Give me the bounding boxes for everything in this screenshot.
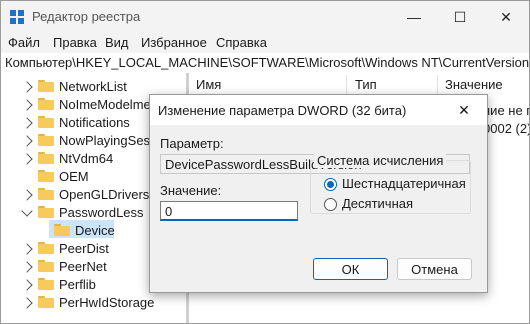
dialog-close-button[interactable]: ✕ (441, 95, 487, 125)
chevron-right-icon[interactable] (21, 243, 33, 255)
tree-item-label: PeerNet (59, 259, 107, 274)
value-data-input[interactable]: 0 (160, 201, 298, 221)
address-bar[interactable]: Компьютер\HKEY_LOCAL_MACHINE\SOFTWARE\Mi… (1, 53, 529, 74)
folder-icon (38, 206, 54, 218)
chevron-right-icon[interactable] (21, 99, 33, 111)
list-cell-value[interactable]: ние не пр (483, 103, 529, 118)
value-data-text[interactable]: 0 (165, 204, 172, 219)
chevron-right-icon[interactable] (21, 117, 33, 129)
folder-icon (38, 278, 54, 290)
menu-file[interactable]: Файл (8, 35, 40, 50)
close-icon: ✕ (500, 8, 512, 25)
window-title: Редактор реестра (32, 9, 141, 24)
chevron-right-icon[interactable] (21, 297, 33, 309)
column-header-name[interactable]: Имя (196, 77, 221, 92)
maximize-button[interactable]: ☐ (437, 1, 483, 33)
param-name-label: Параметр: (160, 136, 224, 151)
radio-decimal-label[interactable]: Десятичная (342, 196, 413, 211)
tree-item-label: NetworkList (59, 79, 127, 94)
base-group-title: Система исчисления (314, 153, 447, 168)
list-cell-value[interactable]: 0002 (2) (483, 121, 529, 136)
folder-icon (38, 296, 54, 308)
folder-icon (38, 80, 54, 92)
column-divider[interactable] (437, 75, 438, 95)
minimize-icon: — (407, 9, 421, 25)
chevron-right-icon[interactable] (21, 81, 33, 93)
edit-dword-dialog: Изменение параметра DWORD (32 бита) ✕ Па… (149, 94, 488, 293)
ok-button[interactable]: ОК (313, 258, 388, 280)
radio-hexadecimal[interactable] (324, 178, 337, 191)
menu-help[interactable]: Справка (216, 35, 267, 50)
folder-icon (54, 224, 70, 236)
tree-item-label: PasswordLess (59, 205, 144, 220)
tree-item-label: Device (75, 223, 115, 238)
folder-icon (38, 260, 54, 272)
ok-button-label: ОК (341, 261, 360, 277)
maximize-icon: ☐ (453, 8, 467, 25)
folder-icon (38, 152, 54, 164)
address-path[interactable]: Компьютер\HKEY_LOCAL_MACHINE\SOFTWARE\Mi… (5, 55, 529, 70)
chevron-down-icon[interactable] (21, 205, 33, 217)
column-header-type[interactable]: Тип (355, 77, 377, 92)
cancel-button[interactable]: Отмена (397, 258, 472, 280)
tree-item-label: Notifications (59, 115, 130, 130)
cancel-button-label: Отмена (411, 261, 458, 277)
chevron-right-icon[interactable] (21, 135, 33, 147)
tree-item-label: PerHwIdStorage (59, 295, 155, 310)
menu-bar: Файл Правка Вид Избранное Справка (1, 33, 529, 53)
column-header-value[interactable]: Значение (445, 77, 503, 92)
tree-item-label: OEM (59, 169, 89, 184)
radio-hexadecimal-label[interactable]: Шестнадцатеричная (342, 176, 466, 191)
tree-item-label: Perflib (59, 277, 96, 292)
menu-edit[interactable]: Правка (53, 35, 97, 50)
tree-item-label: OpenGLDrivers (59, 187, 150, 202)
chevron-right-icon[interactable] (21, 261, 33, 273)
chevron-right-icon[interactable] (21, 189, 33, 201)
folder-icon (38, 116, 54, 128)
title-bar: Редактор реестра — ☐ ✕ (1, 1, 529, 33)
column-divider[interactable] (346, 75, 347, 95)
dialog-title-bar: Изменение параметра DWORD (32 бита) ✕ (150, 95, 487, 125)
folder-icon (38, 170, 54, 182)
close-icon: ✕ (458, 101, 470, 118)
menu-favorites[interactable]: Избранное (141, 35, 207, 50)
folder-icon (38, 242, 54, 254)
close-button[interactable]: ✕ (483, 1, 529, 33)
radio-decimal[interactable] (324, 198, 337, 211)
value-label: Значение: (160, 183, 222, 198)
dialog-title: Изменение параметра DWORD (32 бита) (158, 103, 407, 118)
tree-item-label: PeerDist (59, 241, 109, 256)
menu-view[interactable]: Вид (105, 35, 129, 50)
tree-item-label: NoImeModelmes (59, 97, 158, 112)
chevron-right-icon[interactable] (21, 279, 33, 291)
chevron-right-icon[interactable] (21, 153, 33, 165)
tree-item-label: NtVdm64 (59, 151, 114, 166)
folder-icon (38, 98, 54, 110)
folder-icon (38, 134, 54, 146)
folder-icon (38, 188, 54, 200)
tree-item[interactable]: PerHwIdStorage (1, 293, 186, 313)
minimize-button[interactable]: — (391, 1, 437, 33)
registry-editor-icon (10, 10, 24, 24)
